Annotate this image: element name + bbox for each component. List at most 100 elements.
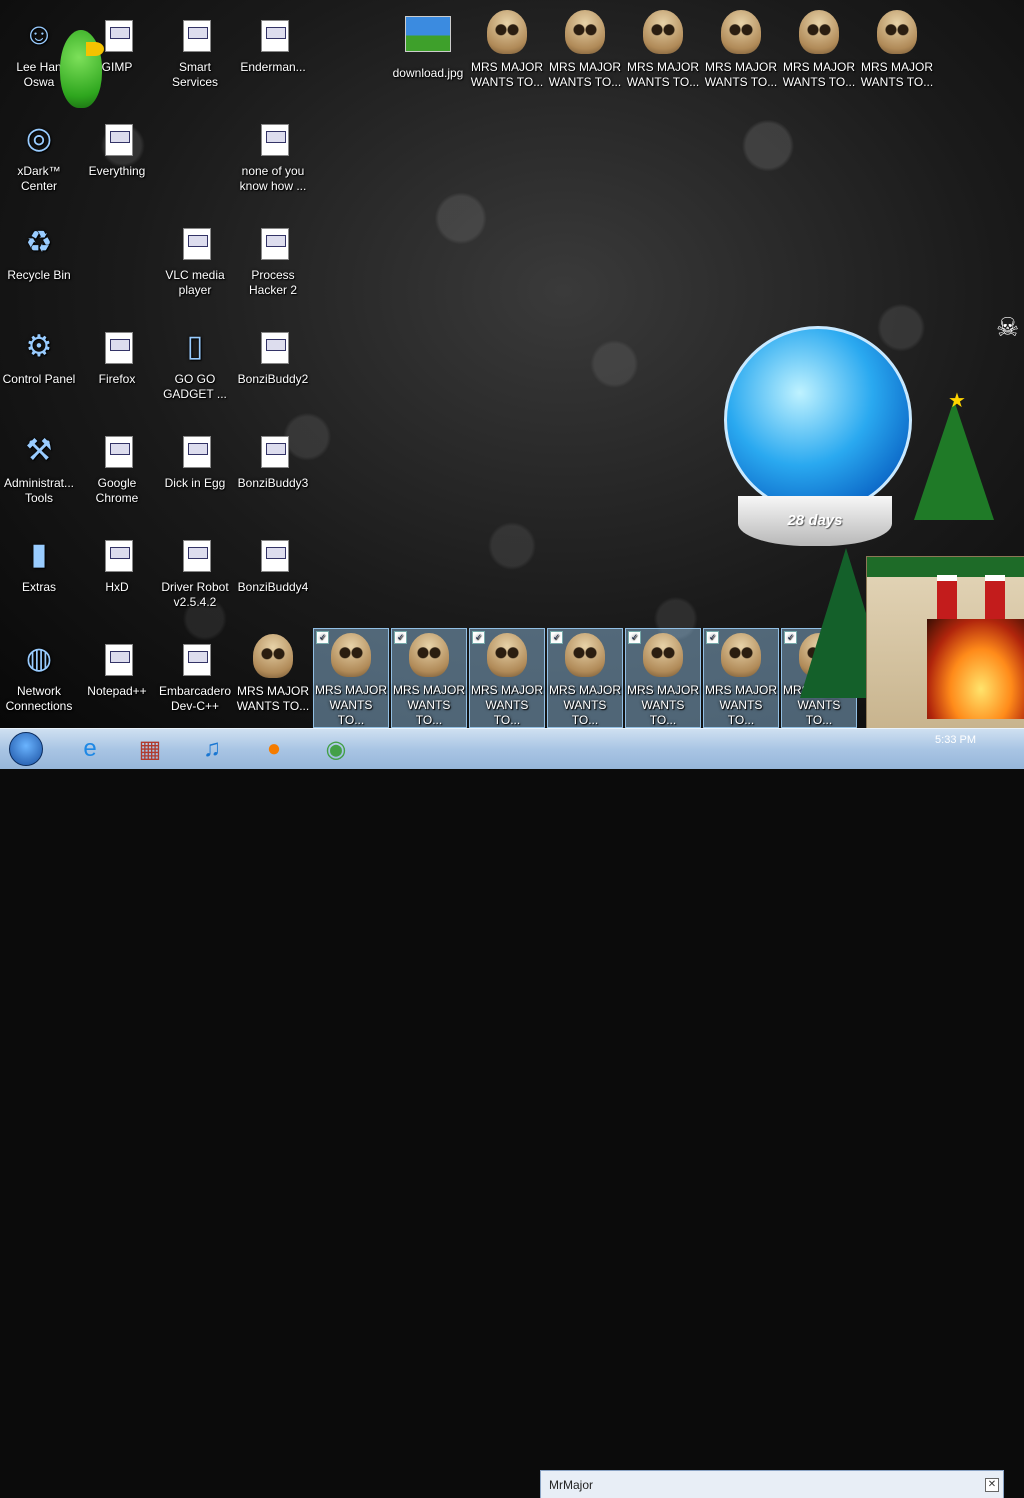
document-icon [105, 644, 133, 676]
desktop-icon[interactable]: Smart Services [157, 6, 233, 106]
desktop-icon[interactable]: ✓ MRS MAJOR WANTS TO... [469, 628, 545, 728]
checkbox[interactable]: ✓ [316, 631, 329, 644]
icon-label: none of you know how ... [239, 164, 307, 193]
document-icon [183, 644, 211, 676]
desktop-icon[interactable]: MRS MAJOR WANTS TO... [469, 6, 545, 106]
desktop-icon[interactable]: Dick in Egg [157, 422, 233, 522]
desktop-icon[interactable]: MRS MAJOR WANTS TO... [625, 6, 701, 106]
icon-label: MRS MAJOR WANTS TO... [860, 60, 934, 89]
skull-icon [487, 10, 527, 54]
snowglobe-gadget[interactable]: 28 days [720, 326, 912, 548]
desktop-icon[interactable]: MRS MAJOR WANTS TO... [781, 6, 857, 106]
desktop[interactable]: ☺ Lee Han Oswa ◎ xDark™ Center ♻ Recycle Bin ⚙… [0, 0, 1024, 728]
fireplace-gadget[interactable] [866, 556, 1024, 728]
icon-label: MRS MAJOR WANTS TO... [627, 683, 699, 727]
icon-label: Network Connections [5, 684, 73, 713]
tablet-icon: ▯ [186, 329, 204, 363]
document-icon [261, 124, 289, 156]
desktop-icon[interactable]: BonziBuddy2 [235, 318, 311, 418]
desktop-icon[interactable]: Everything [79, 110, 155, 210]
skull-icon [487, 633, 527, 677]
icon-label: BonziBuddy4 [237, 580, 309, 594]
skull-icon [331, 633, 371, 677]
skull-icon [409, 633, 449, 677]
network-icon: ◍ [25, 641, 53, 675]
desktop-icon[interactable]: MRS MAJOR WANTS TO... [235, 630, 311, 728]
desktop-icon[interactable]: ✓ MRS MAJOR WANTS TO... [625, 628, 701, 728]
icon-label: MRS MAJOR WANTS TO... [236, 684, 310, 713]
close-icon[interactable]: ✕ [985, 1478, 999, 1492]
icon-label: BonziBuddy3 [237, 476, 309, 490]
desktop-icon[interactable]: ◎ xDark™ Center [1, 110, 77, 210]
icon-label: Control Panel [2, 372, 76, 386]
desktop-icon[interactable]: download.jpg [390, 6, 466, 106]
desktop-icon[interactable]: ✓ MRS MAJOR WANTS TO... [547, 628, 623, 728]
skull-icon [565, 10, 605, 54]
checkbox[interactable]: ✓ [550, 631, 563, 644]
internet-explorer-icon[interactable]: e [68, 731, 112, 767]
checkbox[interactable]: ✓ [706, 631, 719, 644]
desktop-icon[interactable]: Notepad++ [79, 630, 155, 728]
skull-icon [643, 633, 683, 677]
desktop-icon[interactable]: ◍ Network Connections [1, 630, 77, 728]
document-icon [183, 228, 211, 260]
desktop-icon[interactable]: VLC media player [157, 214, 233, 314]
desktop-icon[interactable]: Enderman... [235, 6, 311, 106]
document-icon [183, 20, 211, 52]
skull-icon [643, 10, 683, 54]
stocking-icon [937, 575, 957, 621]
desktop-icon[interactable]: BonziBuddy3 [235, 422, 311, 522]
icon-label: MRS MAJOR WANTS TO... [548, 60, 622, 89]
firefox-icon[interactable]: ● [252, 731, 296, 767]
desktop-icon[interactable]: BonziBuddy4 [235, 526, 311, 626]
windows-logo-icon [9, 732, 43, 766]
chrome-icon[interactable]: ◉ [314, 731, 358, 767]
desktop-icon[interactable]: ✓ MRS MAJOR WANTS TO... [391, 628, 467, 728]
start-button[interactable] [6, 731, 46, 767]
clock[interactable]: 5:33 PM [935, 734, 976, 746]
taskbar-window-mrmajor[interactable]: MrMajor ✕ [540, 1470, 1004, 1498]
desktop-icon[interactable]: HxD [79, 526, 155, 626]
icon-label: BonziBuddy2 [237, 372, 309, 386]
checkbox[interactable]: ✓ [784, 631, 797, 644]
parrot-icon[interactable] [46, 26, 116, 122]
icon-label: MRS MAJOR WANTS TO... [315, 683, 387, 727]
icon-label: Everything [88, 164, 146, 178]
skull-crossbones-icon[interactable]: ☠ [996, 312, 1019, 343]
icon-label: MRS MAJOR WANTS TO... [393, 683, 465, 727]
icon-label: Recycle Bin [7, 268, 71, 282]
desktop-icon[interactable]: ♻ Recycle Bin [1, 214, 77, 314]
desktop-icon[interactable]: MRS MAJOR WANTS TO... [703, 6, 779, 106]
desktop-icon[interactable]: Driver Robot v2.5.4.2 [157, 526, 233, 626]
skull-icon [877, 10, 917, 54]
icon-label: Process Hacker 2 [248, 268, 298, 297]
recycle-bin-icon: ♻ [25, 225, 53, 259]
desktop-icon[interactable]: Google Chrome [79, 422, 155, 522]
desktop-icon[interactable]: ⚙ Control Panel [1, 318, 77, 418]
desktop-icon[interactable]: MRS MAJOR WANTS TO... [859, 6, 935, 106]
document-icon [261, 436, 289, 468]
desktop-icon[interactable]: Embarcadero Dev-C++ [157, 630, 233, 728]
countdown-label: 28 days [787, 512, 843, 529]
snowglobe-base: 28 days [738, 496, 892, 546]
desktop-icon[interactable]: ✓ MRS MAJOR WANTS TO... [703, 628, 779, 728]
music-icon[interactable]: ♫ [190, 731, 234, 767]
store-icon[interactable]: ▦ [128, 731, 172, 767]
desktop-icon[interactable]: ▯ GO GO GADGET ... [157, 318, 233, 418]
desktop-icon[interactable]: ▮ Extras [1, 526, 77, 626]
skull-icon [253, 634, 293, 678]
desktop-icon[interactable]: ⚒ Administrat... Tools [1, 422, 77, 522]
checkbox[interactable]: ✓ [472, 631, 485, 644]
checkbox[interactable]: ✓ [628, 631, 641, 644]
checkbox[interactable]: ✓ [394, 631, 407, 644]
icon-label: MRS MAJOR WANTS TO... [704, 60, 778, 89]
icon-label: Smart Services [171, 60, 218, 89]
desktop-icon[interactable]: ✓ MRS MAJOR WANTS TO... [313, 628, 389, 728]
desktop-icon[interactable]: Process Hacker 2 [235, 214, 311, 314]
desktop-icon[interactable]: Firefox [79, 318, 155, 418]
icon-label: MRS MAJOR WANTS TO... [705, 683, 777, 727]
desktop-icon[interactable]: none of you know how ... [235, 110, 311, 210]
icon-label: download.jpg [392, 66, 464, 80]
desktop-icon[interactable]: MRS MAJOR WANTS TO... [547, 6, 623, 106]
icon-label: MRS MAJOR WANTS TO... [470, 60, 544, 89]
